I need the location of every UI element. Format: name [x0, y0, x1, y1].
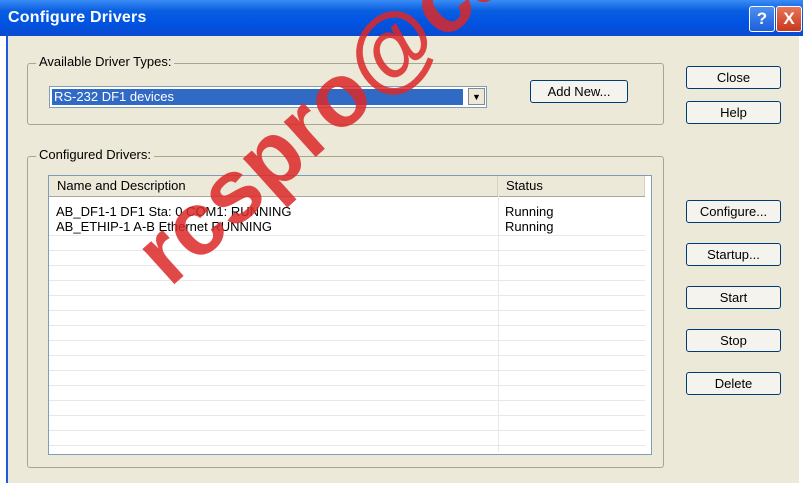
driver-name: AB_DF1-1 DF1 Sta: 0 COM1: RUNNING [56, 204, 292, 219]
grid-line [49, 325, 645, 326]
grid-line [49, 265, 645, 266]
add-new-label: Add New... [547, 84, 611, 99]
start-button[interactable]: Start [686, 286, 781, 309]
title-bar[interactable]: Configure Drivers ? X [0, 0, 803, 36]
available-driver-types-label: Available Driver Types: [36, 54, 175, 69]
grid-line [49, 415, 645, 416]
help-button-label: Help [720, 105, 747, 120]
window-title: Configure Drivers [8, 9, 147, 26]
chevron-down-icon[interactable]: ▼ [468, 88, 485, 105]
grid-line [49, 400, 645, 401]
list-header: Name and Description Status [49, 176, 645, 197]
start-button-label: Start [719, 290, 748, 305]
stop-button-label: Stop [720, 333, 747, 348]
grid-line [49, 310, 645, 311]
configured-drivers-label: Configured Drivers: [36, 147, 154, 162]
driver-name: AB_ETHIP-1 A-B Ethernet RUNNING [56, 219, 273, 234]
table-row[interactable]: AB_ETHIP-1 A-B Ethernet RUNNING Running [49, 219, 645, 234]
driver-status: Running [505, 219, 554, 234]
grid-line [49, 445, 645, 446]
grid-line [49, 340, 645, 341]
grid-line [49, 385, 645, 386]
close-button[interactable]: Close [686, 66, 781, 89]
configure-button[interactable]: Configure... [686, 200, 781, 223]
close-icon[interactable]: X [776, 6, 802, 32]
grid-line [49, 370, 645, 371]
configure-button-label: Configure... [699, 204, 768, 219]
add-new-button[interactable]: Add New... [530, 80, 628, 103]
grid-line [49, 235, 645, 236]
table-row[interactable]: AB_DF1-1 DF1 Sta: 0 COM1: RUNNING Runnin… [49, 204, 645, 219]
column-header-name[interactable]: Name and Description [49, 176, 498, 196]
grid-line [49, 355, 645, 356]
delete-button[interactable]: Delete [686, 372, 781, 395]
close-button-label: Close [716, 70, 751, 85]
help-icon[interactable]: ? [749, 6, 775, 32]
driver-type-selected-value: RS-232 DF1 devices [52, 89, 463, 105]
help-button[interactable]: Help [686, 101, 781, 124]
startup-button-label: Startup... [707, 247, 760, 262]
startup-button[interactable]: Startup... [686, 243, 781, 266]
configured-drivers-list[interactable]: Name and Description Status AB_DF1-1 DF1… [48, 175, 652, 455]
grid-line [49, 430, 645, 431]
grid-line [49, 280, 645, 281]
column-header-status[interactable]: Status [498, 176, 645, 196]
configure-drivers-window: Configure Drivers ? X Available Driver T… [0, 0, 803, 483]
driver-status: Running [505, 204, 554, 219]
delete-button-label: Delete [714, 376, 753, 391]
stop-button[interactable]: Stop [686, 329, 781, 352]
grid-line [49, 295, 645, 296]
driver-type-dropdown[interactable]: RS-232 DF1 devices ▼ [49, 86, 487, 108]
grid-line [49, 250, 645, 251]
